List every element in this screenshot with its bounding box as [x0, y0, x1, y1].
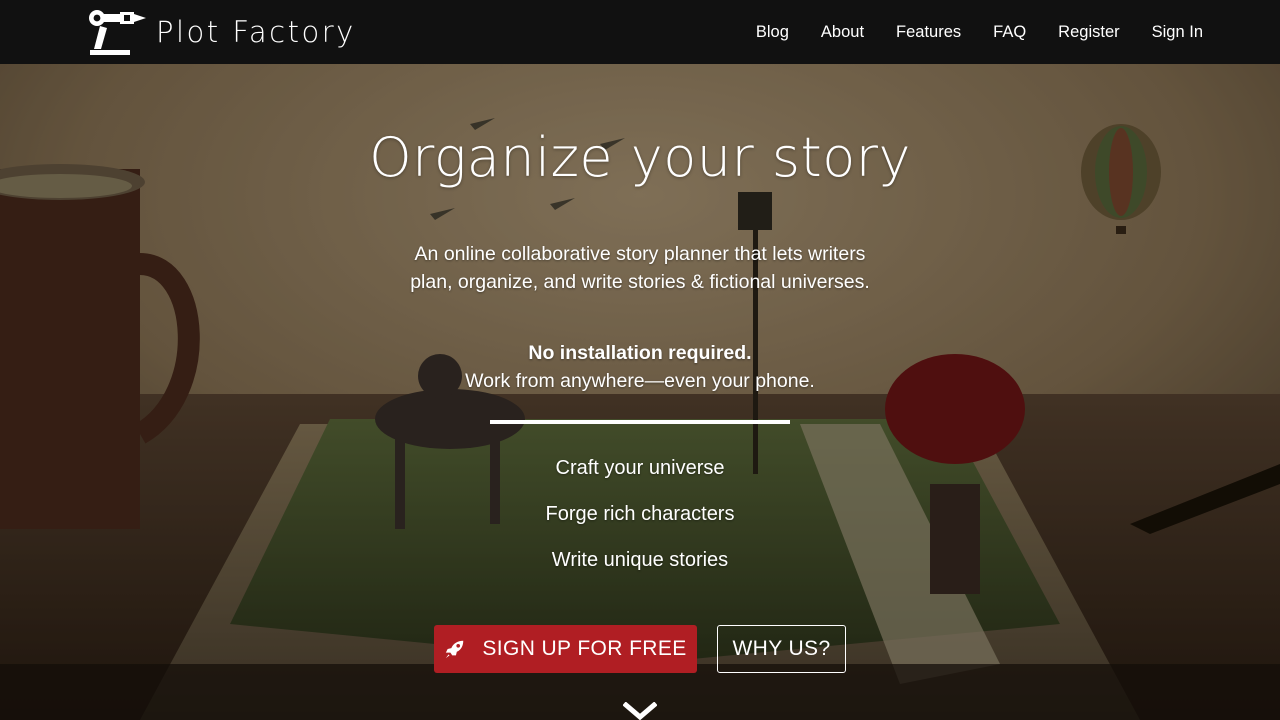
- hero-section: Organize your story An online collaborat…: [0, 64, 1280, 720]
- feature-item: Write unique stories: [551, 549, 729, 571]
- nav-link-features[interactable]: Features: [896, 23, 961, 42]
- nav-link-sign-in[interactable]: Sign In: [1152, 23, 1203, 42]
- hero-content: Organize your story An online collaborat…: [0, 64, 1280, 720]
- nav-link-register[interactable]: Register: [1058, 23, 1119, 42]
- hero-description: An online collaborative story planner th…: [410, 243, 870, 293]
- why-us-button[interactable]: WHY US?: [717, 625, 846, 673]
- feature-item: Forge rich characters: [545, 503, 735, 525]
- navbar: Plot Factory Blog About Features FAQ Reg…: [0, 0, 1280, 64]
- sign-up-free-label: SIGN UP FOR FREE: [482, 637, 687, 660]
- nav-link-faq[interactable]: FAQ: [993, 23, 1026, 42]
- brand-name: Plot Factory: [156, 15, 356, 49]
- chevron-down-icon[interactable]: [623, 702, 657, 720]
- brand-home-link[interactable]: Plot Factory: [86, 8, 356, 56]
- why-us-label: WHY US?: [732, 637, 831, 660]
- nav-link-blog[interactable]: Blog: [756, 23, 789, 42]
- main-nav: Blog About Features FAQ Register Sign In: [724, 0, 1203, 64]
- nav-link-about[interactable]: About: [821, 23, 864, 42]
- sign-up-free-button[interactable]: SIGN UP FOR FREE: [434, 625, 697, 673]
- rocket-icon: [446, 640, 464, 659]
- robot-arm-pen-icon: [89, 10, 146, 55]
- hero-title: Organize your story: [369, 126, 911, 189]
- hero-divider: [490, 420, 790, 424]
- feature-item: Craft your universe: [555, 457, 725, 479]
- hero-highlight: No installation required.: [528, 342, 752, 364]
- hero-subline: Work from anywhere—even your phone.: [465, 370, 815, 392]
